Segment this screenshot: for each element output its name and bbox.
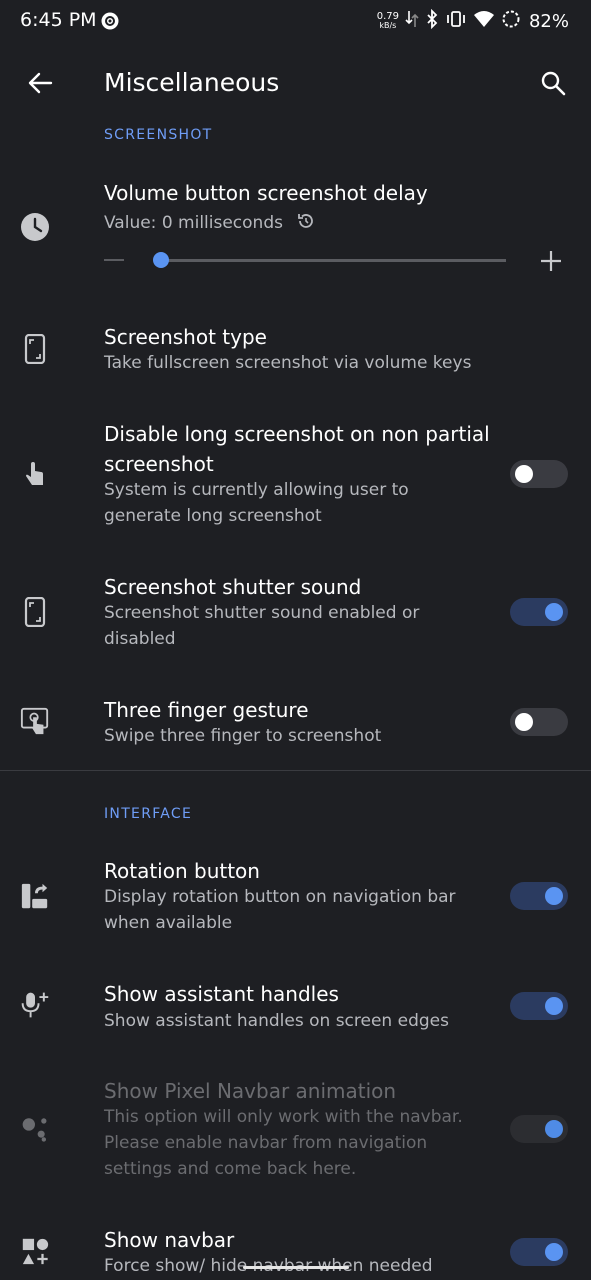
delay-slider[interactable] bbox=[104, 248, 564, 274]
arrow-back-icon bbox=[27, 71, 53, 99]
clock-icon bbox=[20, 212, 50, 242]
plus-icon[interactable] bbox=[538, 248, 564, 274]
gesture-nav-handle[interactable] bbox=[243, 1266, 349, 1269]
setting-title-line-2: screenshot bbox=[104, 452, 214, 476]
switch-three-finger-gesture[interactable] bbox=[510, 708, 568, 736]
reset-icon[interactable] bbox=[296, 211, 316, 239]
setting-subtitle: Show assistant handles on screen edges bbox=[104, 1011, 449, 1031]
setting-title: Show Pixel Navbar animation bbox=[104, 1079, 397, 1103]
phone-screenshot-icon bbox=[20, 334, 50, 364]
switch-thumb bbox=[545, 1120, 563, 1138]
rotation-icon bbox=[20, 881, 50, 911]
section-divider bbox=[0, 770, 591, 771]
battery-percent: 82% bbox=[528, 10, 569, 32]
setting-subtitle-line-3: settings and come back here. bbox=[104, 1159, 357, 1179]
sync-circle-icon bbox=[101, 12, 119, 30]
setting-title-line-1: Disable long screenshot on non partial bbox=[104, 422, 490, 446]
three-finger-gesture-icon bbox=[20, 706, 50, 736]
status-icons: 0.79 kB/s 82% bbox=[377, 8, 569, 34]
setting-subtitle-line-1: System is currently allowing user to bbox=[104, 480, 409, 500]
setting-title: Screenshot type bbox=[104, 325, 267, 349]
setting-subtitle-line-2: generate long screenshot bbox=[104, 506, 322, 526]
switch-assistant-handles[interactable] bbox=[510, 992, 568, 1020]
switch-disable-long-screenshot[interactable] bbox=[510, 460, 568, 488]
setting-subtitle-line-2: Please enable navbar from navigation bbox=[104, 1133, 428, 1153]
setting-subtitle-line-2: disabled bbox=[104, 629, 176, 649]
minus-icon[interactable] bbox=[104, 259, 124, 261]
shapes-icon bbox=[20, 1236, 50, 1266]
touch-hand-icon bbox=[20, 460, 50, 490]
section-header-interface: INTERFACE bbox=[104, 806, 193, 822]
switch-show-navbar[interactable] bbox=[510, 1238, 568, 1266]
section-header-screenshot: SCREENSHOT bbox=[104, 127, 213, 143]
search-icon bbox=[540, 70, 566, 100]
setting-title: Show assistant handles bbox=[104, 982, 339, 1006]
phone-screenshot-icon bbox=[20, 597, 50, 627]
switch-pixel-navbar-animation bbox=[510, 1115, 568, 1143]
network-speed: 0.79 kB/s bbox=[376, 11, 399, 31]
assistant-dots-icon bbox=[20, 1113, 50, 1143]
switch-shutter-sound[interactable] bbox=[510, 598, 568, 626]
switch-thumb bbox=[545, 1243, 563, 1261]
switch-thumb bbox=[515, 713, 533, 731]
setting-subtitle: Take fullscreen screenshot via volume ke… bbox=[104, 353, 472, 373]
page-title: Miscellaneous bbox=[104, 68, 280, 97]
setting-title: Three finger gesture bbox=[104, 698, 309, 722]
search-button[interactable] bbox=[533, 65, 573, 105]
setting-subtitle-line-1: Display rotation button on navigation ba… bbox=[104, 887, 456, 907]
switch-thumb bbox=[545, 997, 563, 1015]
data-arrows-icon bbox=[405, 9, 419, 33]
slider-thumb[interactable] bbox=[153, 252, 169, 268]
setting-title: Rotation button bbox=[104, 859, 260, 883]
vibrate-icon bbox=[445, 9, 467, 33]
setting-value: Value: 0 milliseconds bbox=[104, 210, 316, 239]
setting-subtitle-line-1: This option will only work with the navb… bbox=[104, 1107, 463, 1127]
switch-thumb bbox=[515, 465, 533, 483]
bluetooth-icon bbox=[425, 8, 439, 33]
switch-thumb bbox=[545, 887, 563, 905]
setting-subtitle-line-2: when available bbox=[104, 913, 233, 933]
network-speed-value: 0.79 bbox=[376, 11, 399, 22]
wifi-icon bbox=[473, 10, 495, 32]
app-bar: Miscellaneous bbox=[0, 44, 591, 124]
setting-subtitle: Swipe three finger to screenshot bbox=[104, 726, 382, 746]
switch-thumb bbox=[545, 603, 563, 621]
setting-subtitle-line-1: Screenshot shutter sound enabled or bbox=[104, 603, 420, 623]
status-time: 6:45 PM bbox=[20, 9, 97, 31]
status-bar: 6:45 PM 0.79 kB/s 82% bbox=[0, 0, 591, 44]
battery-saver-ring-icon bbox=[501, 9, 521, 33]
back-button[interactable] bbox=[20, 65, 60, 105]
setting-value-text: Value: 0 milliseconds bbox=[104, 213, 283, 233]
setting-title: Show navbar bbox=[104, 1228, 235, 1252]
setting-title: Screenshot shutter sound bbox=[104, 575, 362, 599]
network-speed-unit: kB/s bbox=[379, 21, 397, 30]
slider-track[interactable] bbox=[160, 259, 506, 262]
switch-rotation-button[interactable] bbox=[510, 882, 568, 910]
mic-add-icon bbox=[20, 990, 50, 1020]
setting-title: Volume button screenshot delay bbox=[104, 181, 428, 205]
